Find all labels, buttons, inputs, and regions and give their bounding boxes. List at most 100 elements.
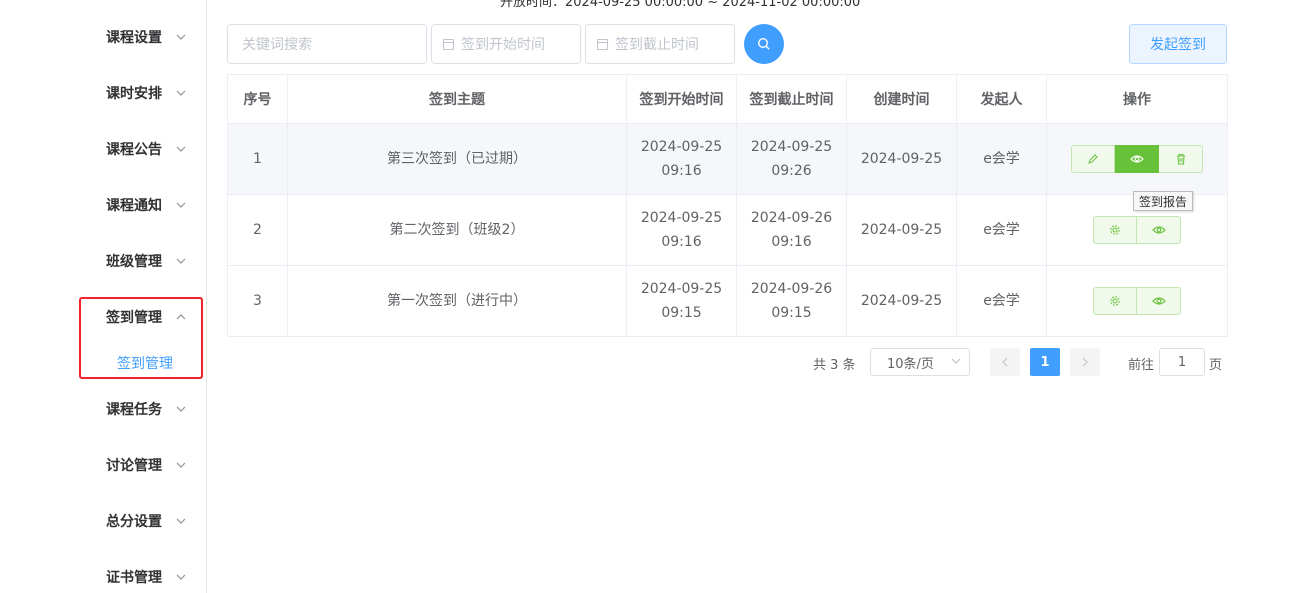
create-checkin-button[interactable]: 发起签到 — [1129, 24, 1227, 64]
sidebar-item-discussion[interactable]: 讨论管理 — [106, 455, 196, 475]
checkin-report-button[interactable] — [1115, 145, 1159, 173]
eye-icon — [1129, 155, 1144, 163]
keyword-placeholder: 关键词搜索 — [242, 37, 312, 53]
chevron-down-icon — [174, 83, 188, 103]
edit-icon — [1088, 154, 1098, 164]
gear-icon — [1110, 296, 1120, 306]
action-button-group — [1093, 216, 1181, 244]
goto-label: 前往 — [1128, 358, 1155, 373]
page-number-button[interactable]: 1 — [1030, 348, 1060, 376]
sidebar-item-course-announcement[interactable]: 课程公告 — [106, 139, 196, 159]
goto-page-input[interactable]: 1 — [1159, 348, 1205, 376]
sidebar-item-course-notice[interactable]: 课程通知 — [106, 195, 196, 215]
cell-title: 第二次签到（班级2） — [287, 194, 627, 266]
sidebar-subitem-checkin-management[interactable]: 签到管理 — [117, 353, 173, 373]
column-header: 创建时间 — [846, 74, 957, 124]
cell-created: 2024-09-25 — [846, 265, 957, 337]
chevron-up-icon — [174, 307, 188, 327]
open-time-text: 开放时间：2024-09-25 00:00:00 ~ 2024-11-02 00… — [500, 0, 861, 10]
cell-actions — [1046, 265, 1228, 337]
chevron-down-icon — [174, 251, 188, 271]
cell-title: 第三次签到（已过期） — [287, 123, 627, 195]
chevron-down-icon — [174, 27, 188, 47]
chevron-left-icon — [1002, 357, 1008, 367]
table-row: 2 第二次签到（班级2） 2024-09-25 09:16 2024-09-26 0… — [227, 194, 1228, 266]
checkin-report-button[interactable] — [1137, 216, 1181, 244]
action-button-group — [1093, 287, 1181, 315]
cell-index: 1 — [227, 123, 288, 195]
sidebar-item-score-settings[interactable]: 总分设置 — [106, 511, 196, 531]
gear-icon — [1110, 225, 1120, 235]
sidebar-item-class-management[interactable]: 班级管理 — [106, 251, 196, 271]
delete-button[interactable] — [1159, 145, 1203, 173]
start-time: 09:15 — [661, 305, 702, 321]
eye-icon — [1151, 297, 1166, 305]
table-header-row: 序号 签到主题 签到开始时间 签到截止时间 创建时间 发起人 操作 — [227, 74, 1228, 124]
cell-end-time: 2024-09-25 09:26 — [736, 123, 847, 195]
next-page-button[interactable] — [1070, 348, 1100, 376]
settings-button[interactable] — [1093, 216, 1137, 244]
sidebar-item-course-settings[interactable]: 课程设置 — [106, 27, 196, 47]
trash-icon — [1176, 154, 1185, 165]
chevron-down-icon — [174, 455, 188, 475]
sidebar-item-label: 课程通知 — [106, 198, 162, 214]
cell-title: 第一次签到（进行中） — [287, 265, 627, 337]
sidebar-item-label: 讨论管理 — [106, 458, 162, 474]
edit-button[interactable] — [1071, 145, 1115, 173]
keyword-search-input[interactable]: 关键词搜索 — [227, 24, 427, 64]
chevron-down-icon — [174, 195, 188, 215]
cell-creator: e会学 — [956, 123, 1047, 195]
sidebar-item-checkin-management[interactable]: 签到管理 — [106, 307, 196, 327]
start-date: 2024-09-25 — [640, 210, 723, 226]
chevron-down-icon — [174, 511, 188, 531]
cell-index: 2 — [227, 194, 288, 266]
cell-created: 2024-09-25 — [846, 194, 957, 266]
column-header: 序号 — [227, 74, 288, 124]
end-date: 2024-09-26 — [750, 210, 833, 226]
cell-end-time: 2024-09-26 09:16 — [736, 194, 847, 266]
start-date: 2024-09-25 — [640, 281, 723, 297]
cell-start-time: 2024-09-25 09:16 — [626, 194, 737, 266]
checkin-table: 序号 签到主题 签到开始时间 签到截止时间 创建时间 发起人 操作 1 第三次签… — [227, 74, 1228, 337]
start-time-picker[interactable]: 签到开始时间 — [431, 24, 581, 64]
sidebar-item-course-tasks[interactable]: 课程任务 — [106, 399, 196, 419]
goto-suffix: 页 — [1209, 358, 1223, 373]
cell-start-time: 2024-09-25 09:15 — [626, 265, 737, 337]
table-row: 1 第三次签到（已过期） 2024-09-25 09:16 2024-09-25 0… — [227, 123, 1228, 195]
chevron-down-icon — [951, 356, 961, 367]
sidebar-item-label: 课程任务 — [106, 402, 162, 418]
column-header: 发起人 — [956, 74, 1047, 124]
pagination-total: 共 3 条 — [813, 358, 856, 373]
chevron-down-icon — [174, 139, 188, 159]
calendar-icon — [443, 38, 454, 50]
settings-button[interactable] — [1093, 287, 1137, 315]
sidebar-item-label: 签到管理 — [106, 310, 162, 326]
cell-creator: e会学 — [956, 265, 1047, 337]
sidebar-item-lesson-schedule[interactable]: 课时安排 — [106, 83, 196, 103]
sidebar-item-certificate[interactable]: 证书管理 — [106, 567, 196, 587]
sidebar-item-label: 班级管理 — [106, 254, 162, 270]
checkin-report-tooltip: 签到报告 — [1133, 191, 1194, 211]
sidebar-item-label: 课时安排 — [106, 86, 162, 102]
page-size-select[interactable]: 10条/页 — [870, 348, 970, 376]
sidebar-item-label: 证书管理 — [106, 570, 162, 586]
sidebar-item-label: 课程公告 — [106, 142, 162, 158]
search-button[interactable] — [744, 24, 784, 64]
checkin-report-button[interactable] — [1137, 287, 1181, 315]
cell-start-time: 2024-09-25 09:16 — [626, 123, 737, 195]
column-header: 签到截止时间 — [736, 74, 847, 124]
cell-created: 2024-09-25 — [846, 123, 957, 195]
start-time: 09:16 — [661, 163, 702, 179]
search-icon — [757, 37, 770, 50]
cell-actions — [1046, 123, 1228, 195]
calendar-icon — [597, 38, 608, 50]
chevron-down-icon — [174, 399, 188, 419]
start-time-placeholder: 签到开始时间 — [461, 37, 545, 53]
column-header: 操作 — [1046, 74, 1228, 124]
end-time-placeholder: 签到截止时间 — [615, 37, 699, 53]
prev-page-button[interactable] — [990, 348, 1020, 376]
end-date: 2024-09-25 — [750, 139, 833, 155]
end-time: 09:16 — [771, 234, 812, 250]
action-button-group — [1071, 145, 1203, 173]
end-time-picker[interactable]: 签到截止时间 — [585, 24, 735, 64]
